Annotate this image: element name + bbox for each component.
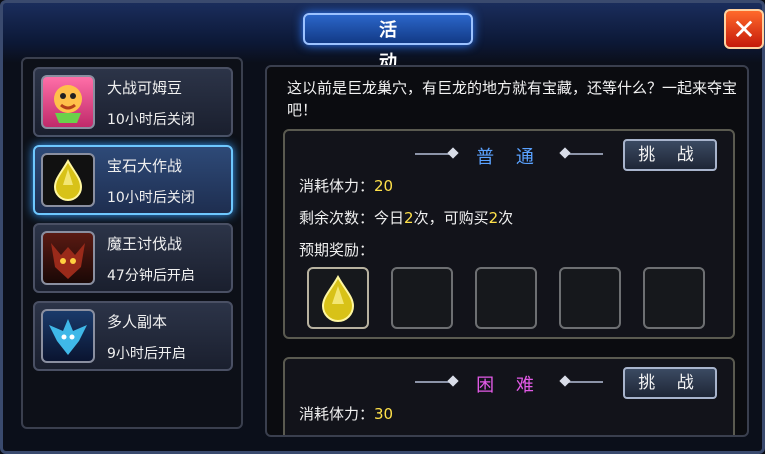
activity-status: 47分钟后开启 bbox=[107, 268, 195, 284]
close-button[interactable]: ✕ bbox=[724, 9, 764, 49]
window-title: 活 动 bbox=[303, 13, 473, 73]
normal-stamina: 消耗体力：20 bbox=[299, 175, 393, 196]
normal-section: 普 通 挑 战 消耗体力：20 剩余次数：今日2次，可购买2次 预期奖励： bbox=[283, 129, 735, 339]
activity-name: 魔王讨伐战 bbox=[107, 235, 183, 253]
reward-slot-empty bbox=[475, 267, 537, 329]
normal-challenge-button[interactable]: 挑 战 bbox=[623, 139, 717, 171]
activity-window: 活 动 ✕ 大战可姆豆 10小时后关闭 宝石大作战 10小时后关闭 魔王讨伐战 … bbox=[0, 0, 765, 454]
activity-status: 9小时后开启 bbox=[107, 346, 186, 362]
activity-item-3[interactable]: 多人副本 9小时后开启 bbox=[33, 301, 233, 371]
activity-list: 大战可姆豆 10小时后关闭 宝石大作战 10小时后关闭 魔王讨伐战 47分钟后开… bbox=[21, 57, 243, 429]
remaining-mid: 次，可购买 bbox=[413, 209, 489, 227]
reward-label: 预期奖励： bbox=[299, 241, 375, 259]
stamina-value: 30 bbox=[374, 405, 394, 423]
activity-name: 多人副本 bbox=[107, 313, 168, 331]
hard-stamina: 消耗体力：30 bbox=[299, 403, 393, 424]
reward-slot-gem[interactable] bbox=[307, 267, 369, 329]
mascot-icon bbox=[41, 75, 95, 129]
remaining-buy: 2 bbox=[488, 209, 499, 227]
activity-description: 这以前是巨龙巢穴，有巨龙的地方就有宝藏，还等什么？一起来夺宝吧！ bbox=[287, 79, 738, 119]
remaining-label: 剩余次数：今日 bbox=[299, 209, 405, 227]
activity-name: 宝石大作战 bbox=[107, 157, 183, 175]
stamina-value: 20 bbox=[374, 177, 394, 195]
activity-status: 10小时后关闭 bbox=[107, 112, 195, 128]
reward-slot-empty bbox=[559, 267, 621, 329]
activity-item-1[interactable]: 宝石大作战 10小时后关闭 bbox=[33, 145, 233, 215]
remaining-attempts: 剩余次数：今日2次，可购买2次 bbox=[299, 207, 513, 228]
activity-detail: 这以前是巨龙巢穴，有巨龙的地方就有宝藏，还等什么？一起来夺宝吧！ 普 通 挑 战… bbox=[265, 65, 749, 437]
gem-icon bbox=[41, 153, 95, 207]
stamina-label: 消耗体力： bbox=[299, 177, 375, 195]
hard-challenge-button[interactable]: 挑 战 bbox=[623, 367, 717, 399]
stamina-label: 消耗体力： bbox=[299, 405, 375, 423]
gem-icon bbox=[321, 274, 355, 322]
activity-name: 大战可姆豆 bbox=[107, 79, 183, 97]
remaining-end: 次 bbox=[498, 209, 514, 227]
reward-slot-empty bbox=[391, 267, 453, 329]
demon-icon bbox=[41, 231, 95, 285]
activity-item-0[interactable]: 大战可姆豆 10小时后关闭 bbox=[33, 67, 233, 137]
hard-section: 困 难 挑 战 消耗体力：30 bbox=[283, 357, 735, 435]
dragon-icon bbox=[41, 309, 95, 363]
title-ornament bbox=[563, 153, 603, 155]
reward-slot-empty bbox=[643, 267, 705, 329]
remaining-today: 2 bbox=[404, 209, 414, 227]
activity-item-2[interactable]: 魔王讨伐战 47分钟后开启 bbox=[33, 223, 233, 293]
activity-status: 10小时后关闭 bbox=[107, 190, 195, 206]
title-ornament bbox=[563, 381, 603, 383]
